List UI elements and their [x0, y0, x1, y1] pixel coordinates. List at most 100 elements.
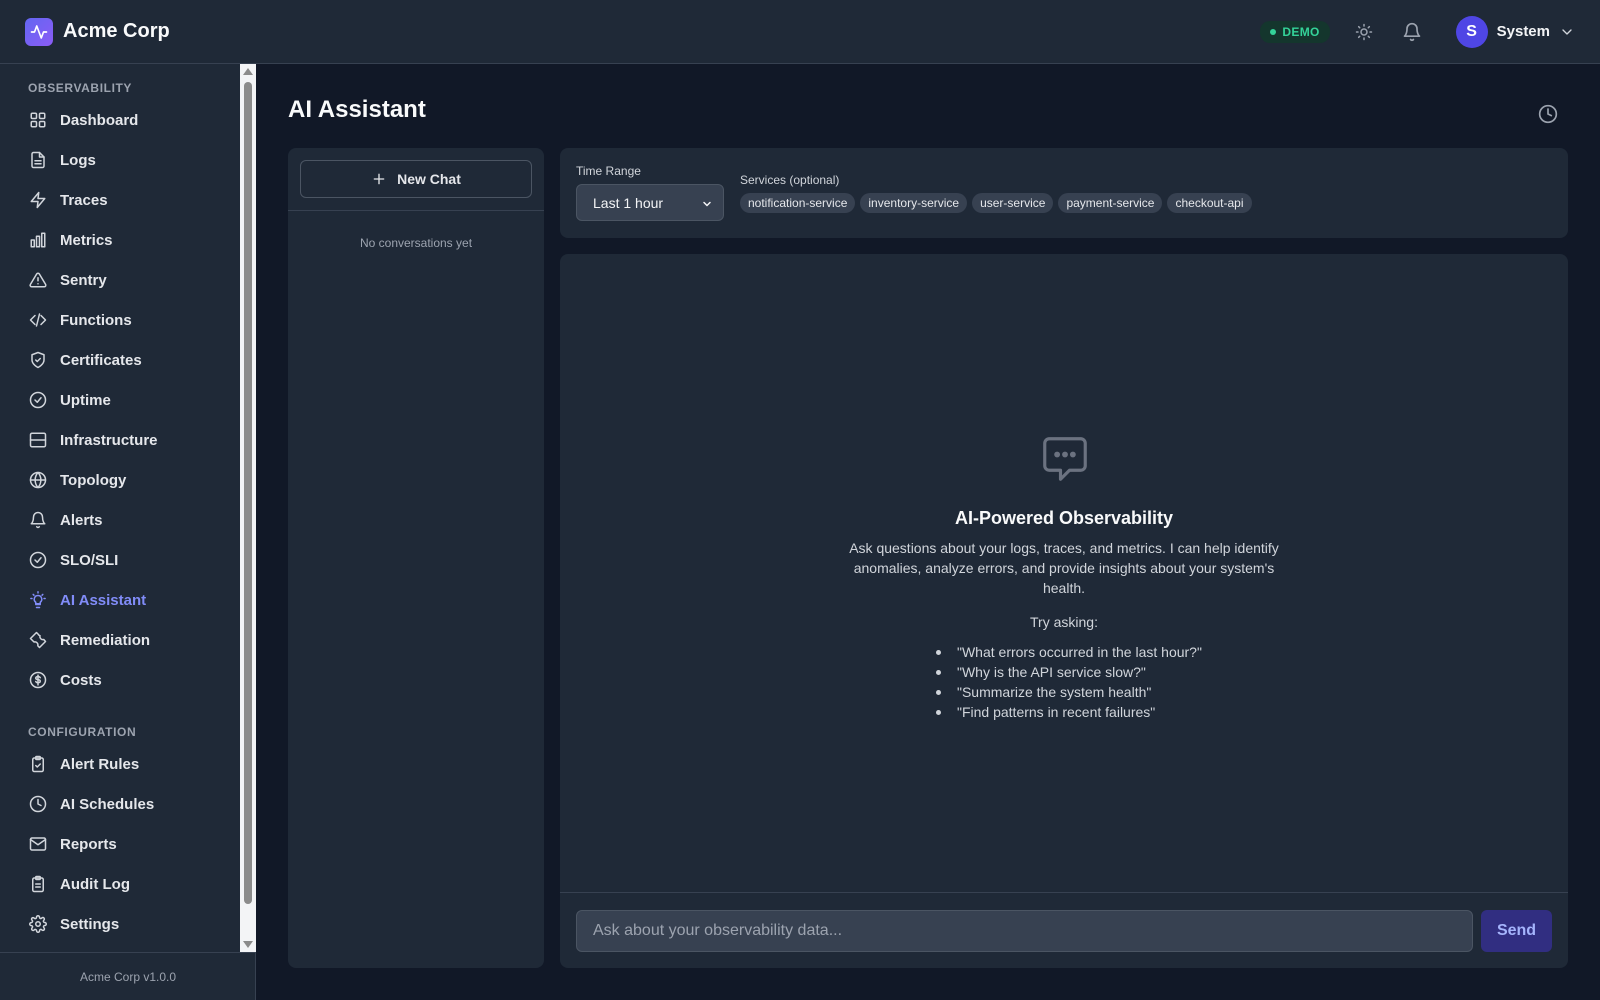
sidebar-item-reports[interactable]: Reports	[0, 824, 240, 864]
sidebar-item-functions[interactable]: Functions	[0, 300, 240, 340]
send-button[interactable]: Send	[1481, 910, 1552, 952]
sidebar-item-alerts[interactable]: Alerts	[0, 500, 240, 540]
clipboard-icon	[28, 874, 48, 894]
sidebar-item-label: Logs	[60, 151, 96, 169]
chat-panel: AI-Powered Observability Ask questions a…	[560, 254, 1568, 968]
sidebar-footer: Acme Corp v1.0.0	[0, 952, 256, 1000]
dollar-icon	[28, 670, 48, 690]
file-icon	[28, 150, 48, 170]
sidebar-item-ai-assistant[interactable]: AI Assistant	[0, 580, 240, 620]
sidebar-item-logs[interactable]: Logs	[0, 140, 240, 180]
check-circle-icon	[28, 390, 48, 410]
service-chip[interactable]: notification-service	[740, 193, 856, 213]
service-chip[interactable]: inventory-service	[860, 193, 968, 213]
chevron-down-icon	[701, 198, 713, 210]
lightbulb-icon	[28, 590, 48, 610]
wrench-icon	[28, 630, 48, 650]
sidebar-section-label: OBSERVABILITY	[28, 81, 133, 95]
sidebar-item-dashboard[interactable]: Dashboard	[0, 100, 240, 140]
avatar: S	[1455, 15, 1488, 48]
sidebar-item-label: Infrastructure	[60, 431, 158, 449]
brand[interactable]: Acme Corp	[25, 17, 170, 46]
scroll-thumb[interactable]	[244, 82, 252, 904]
demo-badge: DEMO	[1260, 20, 1330, 43]
grid-icon	[28, 110, 48, 130]
empty-conversations-text: No conversations yet	[359, 236, 473, 250]
scroll-up-icon[interactable]	[243, 68, 253, 75]
top-header: Acme Corp DEMO S System	[0, 0, 1600, 64]
sidebar-item-label: Certificates	[60, 351, 142, 369]
sidebar-item-settings[interactable]: Settings	[0, 904, 240, 944]
sidebar-item-label: Metrics	[60, 231, 113, 249]
sidebar-item-label: SLO/SLI	[60, 551, 119, 569]
code-icon	[28, 310, 48, 330]
empty-state-description: Ask questions about your logs, traces, a…	[849, 540, 1279, 596]
sidebar-item-label: Topology	[60, 471, 127, 489]
suggestion-item[interactable]: "Summarize the system health"	[936, 682, 1202, 702]
sidebar-item-metrics[interactable]: Metrics	[0, 220, 240, 260]
sidebar-item-label: Costs	[60, 671, 102, 689]
sidebar-item-infrastructure[interactable]: Infrastructure	[0, 420, 240, 460]
sidebar-item-alert-rules[interactable]: Alert Rules	[0, 744, 240, 784]
sidebar-item-label: Remediation	[60, 631, 151, 649]
bell-icon	[28, 510, 48, 530]
divider	[288, 210, 544, 211]
conversation-panel: New Chat No conversations yet	[288, 148, 544, 968]
sidebar-item-sentry[interactable]: Sentry	[0, 260, 240, 300]
time-range-value: Last 1 hour	[593, 194, 664, 211]
warning-icon	[28, 270, 48, 290]
sidebar-item-label: Uptime	[60, 391, 111, 409]
scroll-down-icon[interactable]	[243, 941, 253, 948]
sidebar-item-audit-log[interactable]: Audit Log	[0, 864, 240, 904]
bell-icon[interactable]	[1400, 20, 1424, 44]
sidebar-item-label: AI Schedules	[60, 795, 155, 813]
sidebar-item-label: Settings	[60, 915, 120, 933]
sidebar-item-certificates[interactable]: Certificates	[0, 340, 240, 380]
new-chat-label: New Chat	[397, 171, 461, 187]
sidebar-item-traces[interactable]: Traces	[0, 180, 240, 220]
sidebar-item-ai-schedules[interactable]: AI Schedules	[0, 784, 240, 824]
suggestion-item[interactable]: "Why is the API service slow?"	[936, 662, 1202, 682]
shield-icon	[28, 350, 48, 370]
sidebar-item-label: Dashboard	[60, 111, 139, 129]
gear-icon	[28, 914, 48, 934]
sidebar-item-label: Reports	[60, 835, 117, 853]
sidebar-item-remediation[interactable]: Remediation	[0, 620, 240, 660]
input-divider	[560, 892, 1568, 893]
demo-badge-label: DEMO	[1282, 24, 1320, 39]
brand-name: Acme Corp	[63, 20, 170, 42]
suggestion-item[interactable]: "What errors occurred in the last hour?"	[936, 642, 1202, 662]
sidebar-section-label: CONFIGURATION	[28, 725, 137, 739]
bolt-icon	[28, 190, 48, 210]
sidebar-item-topology[interactable]: Topology	[0, 460, 240, 500]
sidebar-item-label: Alert Rules	[60, 755, 140, 773]
sun-icon[interactable]	[1352, 20, 1376, 44]
chat-input[interactable]	[576, 910, 1473, 952]
sidebar-item-costs[interactable]: Costs	[0, 660, 240, 700]
suggestion-list: "What errors occurred in the last hour?"…	[936, 642, 1202, 722]
sidebar: OBSERVABILITY Dashboard Logs Traces Metr…	[0, 64, 256, 1000]
services-label: Services (optional)	[740, 173, 840, 187]
clipboard-check-icon	[28, 754, 48, 774]
status-dot	[1270, 28, 1277, 35]
page-title: AI Assistant	[288, 96, 426, 123]
sidebar-scrollbar[interactable]	[240, 64, 256, 952]
server-icon	[28, 430, 48, 450]
user-menu[interactable]: S System	[1455, 15, 1575, 48]
sidebar-item-label: Sentry	[60, 271, 107, 289]
time-range-select[interactable]: Last 1 hour	[576, 184, 724, 221]
service-chip[interactable]: checkout-api	[1167, 193, 1252, 213]
sidebar-item-label: Functions	[60, 311, 132, 329]
service-chip[interactable]: payment-service	[1058, 193, 1163, 213]
globe-icon	[28, 470, 48, 490]
service-chip[interactable]: user-service	[972, 193, 1054, 213]
sidebar-item-slo-sli[interactable]: SLO/SLI	[0, 540, 240, 580]
empty-state-title: AI-Powered Observability	[954, 508, 1174, 528]
history-clock-icon[interactable]	[1538, 104, 1560, 126]
new-chat-button[interactable]: New Chat	[300, 160, 532, 198]
chat-bubble-icon	[1038, 432, 1092, 486]
sidebar-item-label: AI Assistant	[60, 591, 147, 609]
sidebar-item-label: Alerts	[60, 511, 103, 529]
suggestion-item[interactable]: "Find patterns in recent failures"	[936, 702, 1202, 722]
sidebar-item-uptime[interactable]: Uptime	[0, 380, 240, 420]
